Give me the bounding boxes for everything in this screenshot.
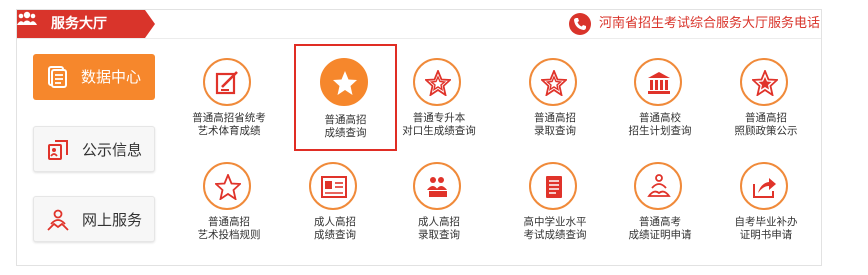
service-gaokao-score-query[interactable]: 普通高招 成绩查询 <box>294 44 397 151</box>
service-label: 成人高招 录取查询 <box>387 216 491 242</box>
service-label-line1: 高中学业水平 <box>523 216 587 228</box>
service-label: 普通高招 成绩查询 <box>296 114 395 140</box>
service-upgrade-score-query[interactable]: 普通专升本 对口生成绩查询 <box>387 52 491 148</box>
phone-icon <box>569 13 591 35</box>
service-icon-circle <box>740 162 788 210</box>
service-label-line1: 普通高考 <box>639 216 681 228</box>
service-label-line1: 普通高招 <box>324 114 367 126</box>
service-icon-circle <box>203 162 251 210</box>
service-label-line1: 自考毕业补办 <box>734 216 798 228</box>
header-divider <box>17 38 821 39</box>
nav-announcements[interactable]: 公示信息 <box>33 126 155 172</box>
service-care-policy-notice[interactable]: 普通高招 照顾政策公示 <box>714 52 818 148</box>
service-icon-circle <box>740 58 788 106</box>
star-icon <box>425 70 451 96</box>
service-label: 普通高考 成绩证明申请 <box>608 216 712 242</box>
service-label-line2: 招生计划查询 <box>628 125 692 137</box>
header-tab: 服务大厅 <box>17 10 155 38</box>
service-label-line2: 考试成绩查询 <box>523 229 587 241</box>
service-graduation-certificate-reissue[interactable]: 自考毕业补办 证明书申请 <box>714 156 818 252</box>
service-label: 普通专升本 对口生成绩查询 <box>387 112 491 138</box>
service-label: 高中学业水平 考试成绩查询 <box>503 216 607 242</box>
service-label-line1: 普通专升本 <box>412 112 466 124</box>
service-icon-circle <box>413 58 461 106</box>
share-icon <box>753 178 776 198</box>
service-icon-circle <box>634 162 682 210</box>
star-icon <box>752 70 778 96</box>
nav-data-center[interactable]: 数据中心 <box>33 54 155 100</box>
group-icon <box>427 177 447 197</box>
meditation-icon <box>647 174 671 197</box>
service-label-line1: 普通高招省统考 <box>192 112 266 124</box>
service-label: 普通高招省统考 艺术体育成绩 <box>177 112 281 138</box>
nav-label: 公示信息 <box>82 141 143 159</box>
data-center-icon <box>48 66 67 88</box>
service-label-line2: 录取查询 <box>534 125 576 137</box>
service-label-line2: 录取查询 <box>418 229 460 241</box>
edit-icon <box>215 71 238 95</box>
star-icon <box>333 71 357 95</box>
service-label: 成人高招 成绩查询 <box>283 216 387 242</box>
service-adult-admission-query[interactable]: 成人高招 录取查询 <box>387 156 491 252</box>
star-icon <box>541 70 567 96</box>
service-label: 普通高招 录取查询 <box>503 112 607 138</box>
nav-online-service[interactable]: 网上服务 <box>33 196 155 242</box>
service-label: 普通高招 艺术投档规则 <box>177 216 281 242</box>
service-label-line2: 成绩查询 <box>324 127 367 139</box>
university-icon <box>648 72 670 94</box>
service-label-line1: 成人高招 <box>418 216 460 228</box>
service-label: 自考毕业补办 证明书申请 <box>714 216 818 242</box>
service-label-line2: 证明书申请 <box>739 229 793 241</box>
service-label: 普通高招 照顾政策公示 <box>714 112 818 138</box>
service-hall-panel: 服务大厅 河南省招生考试综合服务大厅服务电话 数据中心 公示信息 网上服务 普通… <box>16 9 822 266</box>
star-outline-icon <box>215 174 241 200</box>
service-icon-circle <box>309 162 357 210</box>
document-icon <box>546 176 562 198</box>
service-enrollment-plan-query[interactable]: 普通高校 招生计划查询 <box>608 52 712 148</box>
service-admission-query[interactable]: 普通高招 录取查询 <box>503 52 607 148</box>
people-icon <box>17 11 37 25</box>
service-art-admission-rules[interactable]: 普通高招 艺术投档规则 <box>177 156 281 252</box>
service-label-line2: 成绩查询 <box>314 229 356 241</box>
service-academic-level-score-query[interactable]: 高中学业水平 考试成绩查询 <box>503 156 607 252</box>
announcement-icon <box>48 140 68 160</box>
service-icon-circle <box>634 58 682 106</box>
service-label-line1: 普通高校 <box>639 112 681 124</box>
service-adult-score-query[interactable]: 成人高招 成绩查询 <box>283 156 387 252</box>
service-label-line1: 成人高招 <box>314 216 356 228</box>
service-label-line1: 普通高招 <box>534 112 576 124</box>
service-label-line1: 普通高招 <box>745 112 787 124</box>
service-icon-circle <box>529 58 577 106</box>
page-title: 服务大厅 <box>51 16 107 32</box>
service-label-line1: 普通高招 <box>208 216 250 228</box>
service-icon-circle <box>320 58 368 106</box>
service-hotline[interactable]: 河南省招生考试综合服务大厅服务电话 <box>599 15 820 33</box>
service-label-line2: 对口生成绩查询 <box>402 125 476 137</box>
service-label: 普通高校 招生计划查询 <box>608 112 712 138</box>
service-icon-circle <box>413 162 461 210</box>
service-label-line2: 艺术体育成绩 <box>197 125 261 137</box>
online-service-icon <box>47 209 69 231</box>
service-score-certificate-application[interactable]: 普通高考 成绩证明申请 <box>608 156 712 252</box>
id-card-icon <box>321 176 347 198</box>
service-label-line2: 艺术投档规则 <box>197 229 261 241</box>
service-icon-circle <box>203 58 251 106</box>
nav-label: 网上服务 <box>82 211 143 229</box>
service-icon-circle <box>529 162 577 210</box>
service-label-line2: 照顾政策公示 <box>734 125 798 137</box>
nav-label: 数据中心 <box>81 68 142 86</box>
service-label-line2: 成绩证明申请 <box>628 229 692 241</box>
service-art-sports-scores[interactable]: 普通高招省统考 艺术体育成绩 <box>177 52 281 148</box>
